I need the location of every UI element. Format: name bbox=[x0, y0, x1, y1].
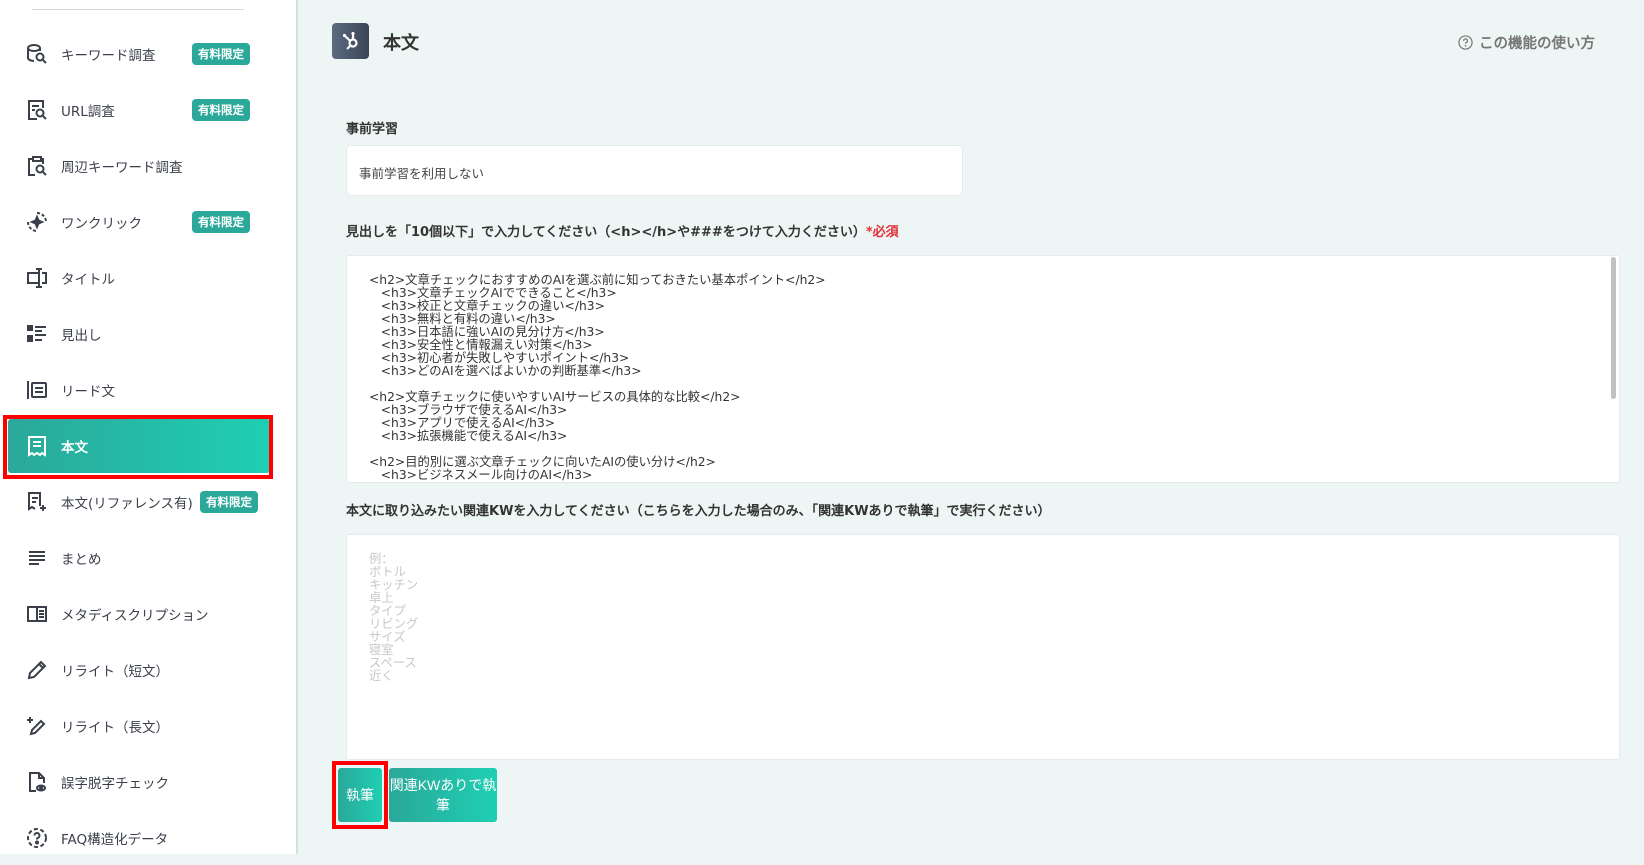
sidebar-item-label: 誤字脱字チェック bbox=[61, 776, 169, 792]
pretrain-select[interactable]: 事前学習を利用しない bbox=[346, 145, 963, 196]
pretrain-label: 事前学習 bbox=[346, 122, 399, 137]
file-eye-icon bbox=[29, 772, 46, 792]
url-search-icon bbox=[28, 100, 47, 120]
sidebar-item-6[interactable]: 見出し bbox=[8, 307, 270, 361]
sidebar-item-label: 周辺キーワード調査 bbox=[61, 160, 183, 176]
headings-label: 見出しを「10個以下」で入力してください（<h></h>や###をつけて入力くだ… bbox=[346, 221, 899, 240]
sidebar-item-label: まとめ bbox=[61, 552, 102, 568]
write-with-kw-button[interactable]: 関連KWありで執筆 bbox=[389, 768, 497, 822]
sidebar-item-5[interactable]: タイトル bbox=[8, 251, 270, 305]
sidebar-item-14[interactable]: 誤字脱字チェック bbox=[8, 755, 270, 809]
sidebar-item-13[interactable]: リライト（長文） bbox=[8, 699, 270, 753]
keyword-search-icon bbox=[27, 44, 47, 64]
question-icon bbox=[27, 828, 47, 848]
sparkle-icon bbox=[27, 212, 47, 232]
sidebar-item-label: 見出し bbox=[61, 328, 102, 344]
sidebar-item-15[interactable]: FAQ構造化データ bbox=[8, 811, 270, 865]
kw-label: 本文に取り込みたい関連KWを入力してください（こちらを入力した場合のみ、「関連K… bbox=[346, 504, 1051, 519]
page-title: 本文 bbox=[383, 33, 419, 54]
paid-badge: 有料限定 bbox=[192, 99, 250, 121]
sidebar-item-label: タイトル bbox=[61, 272, 115, 288]
sidebar-item-label: ワンクリック bbox=[61, 216, 142, 232]
pencil-icon bbox=[27, 660, 47, 680]
sidebar-item-label: リード文 bbox=[61, 384, 115, 400]
highlight-box bbox=[332, 761, 388, 829]
lead-icon bbox=[27, 381, 47, 399]
sidebar-item-label: 本文(リファレンス有) bbox=[61, 496, 193, 512]
sidebar-item-label: キーワード調査 bbox=[61, 48, 156, 64]
sidebar-item-2[interactable]: URL調査 有料限定 bbox=[8, 83, 270, 137]
sidebar-item-7[interactable]: リード文 bbox=[8, 363, 270, 417]
help-label: この機能の使い方 bbox=[1479, 36, 1595, 52]
sidebar-item-label: FAQ構造化データ bbox=[61, 832, 169, 848]
scrollbar[interactable] bbox=[1611, 257, 1616, 399]
lines-icon bbox=[29, 551, 45, 565]
pencil-plus-icon bbox=[27, 717, 46, 736]
title-icon bbox=[27, 268, 47, 288]
sidebar-item-3[interactable]: 周辺キーワード調査 bbox=[8, 139, 270, 193]
list-icon bbox=[27, 325, 46, 342]
sidebar-item-11[interactable]: メタディスクリプション bbox=[8, 587, 270, 641]
paid-badge: 有料限定 bbox=[192, 43, 250, 65]
sidebar-item-label: メタディスクリプション bbox=[61, 608, 209, 624]
sidebar-item-1[interactable]: キーワード調査 有料限定 bbox=[8, 27, 270, 81]
headings-textarea[interactable]: <h2>文章チェックにおすすめのAIを選ぶ前に知っておきたい基本ポイント</h2… bbox=[346, 255, 1620, 483]
book-icon bbox=[27, 606, 47, 622]
paid-badge: 有料限定 bbox=[192, 211, 250, 233]
paid-badge: 有料限定 bbox=[200, 491, 258, 513]
divider bbox=[32, 9, 244, 10]
help-circle-icon bbox=[1458, 35, 1473, 50]
required-mark: *必須 bbox=[865, 225, 899, 240]
sidebar-item-10[interactable]: まとめ bbox=[8, 531, 270, 585]
sidebar-item-4[interactable]: ワンクリック 有料限定 bbox=[8, 195, 270, 249]
sidebar-item-12[interactable]: リライト（短文） bbox=[8, 643, 270, 697]
sidebar-item-label: リライト（長文） bbox=[61, 720, 169, 736]
headings-label-text: 見出しを「10個以下」で入力してください（<h></h>や###をつけて入力くだ… bbox=[346, 225, 866, 240]
sidebar-item-label: リライト（短文） bbox=[61, 664, 169, 680]
hubspot-icon bbox=[332, 23, 369, 59]
sidebar-item-label: URL調査 bbox=[61, 104, 115, 120]
highlight-box bbox=[3, 415, 273, 479]
clipboard-search-icon bbox=[28, 156, 47, 176]
document-plus-icon bbox=[28, 492, 46, 511]
sidebar-item-9[interactable]: 本文(リファレンス有) 有料限定 bbox=[8, 475, 270, 529]
kw-textarea[interactable]: 例： ボトル キッチン 卓上 タイプ リビング サイズ 寝室 スペース 近く bbox=[346, 534, 1620, 760]
help-link[interactable]: この機能の使い方 bbox=[1458, 32, 1595, 53]
